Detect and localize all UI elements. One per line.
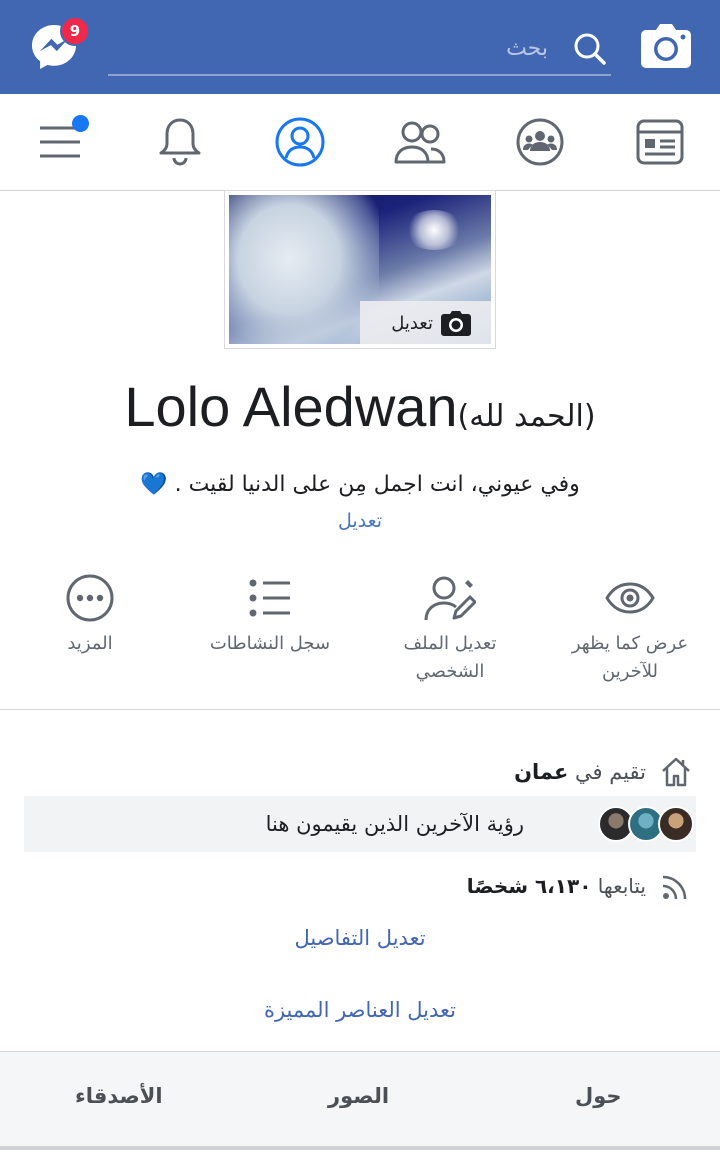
home-icon [662, 757, 690, 787]
avatar [658, 806, 694, 842]
see-locals-row[interactable]: رؤية الآخرين الذين يقيمون هنا [24, 796, 696, 852]
friends-icon[interactable] [390, 112, 450, 172]
edit-details-link[interactable]: تعديل التفاصيل [0, 926, 720, 950]
tabs-bottom-border [0, 1146, 720, 1150]
notifications-bell-icon[interactable] [150, 112, 210, 172]
profile-name-latin: Lolo Aledwan [124, 375, 458, 438]
edit-photo-button[interactable]: تعديل [360, 301, 491, 344]
lives-in-text: تقيم في عمان [514, 760, 646, 784]
more-icon [0, 572, 180, 624]
more-label: المزيد [67, 633, 113, 654]
edit-profile-icon [360, 572, 540, 624]
view-as-label-2: للآخرين [602, 661, 658, 682]
nav-bar [0, 94, 720, 191]
activity-log-label: سجل النشاطات [209, 633, 331, 654]
search-input[interactable] [108, 22, 548, 74]
tab-photos[interactable]: الصور [328, 1084, 389, 1108]
followers-prefix: يتابعها [597, 874, 646, 898]
section-divider [0, 709, 720, 710]
lives-in-city[interactable]: عمان [514, 760, 568, 784]
camera-icon[interactable] [640, 22, 692, 70]
blue-heart-emoji: 💙 [140, 472, 168, 497]
profile-name: Lolo Aledwan(الحمد لله) [0, 374, 720, 439]
followers-row: يتابعها ٦،١٣٠ شخصًا [292, 866, 692, 906]
camera-icon [441, 311, 471, 336]
activity-log-icon [180, 572, 360, 624]
news-feed-icon[interactable] [630, 112, 690, 172]
edit-photo-label: تعديل [391, 312, 433, 334]
search-icon[interactable] [570, 30, 610, 70]
profile-name-arabic: (الحمد لله) [457, 399, 596, 434]
edit-profile-button[interactable]: تعديل الملف الشخصي [360, 572, 540, 692]
tab-friends[interactable]: الأصدقاء [75, 1084, 163, 1108]
profile-bio: وفي عيوني، انت اجمل مِن على الدنيا لقيت … [0, 472, 720, 497]
eye-icon [540, 572, 720, 624]
edit-profile-label-2: الشخصي [415, 661, 485, 682]
profile-icon[interactable] [270, 112, 330, 172]
see-locals-text: رؤية الآخرين الذين يقيمون هنا [265, 812, 524, 836]
top-bar: 9 [0, 0, 720, 94]
profile-tabs: حول الصور الأصدقاء [0, 1051, 720, 1150]
view-as-button[interactable]: عرض كما يظهر للآخرين [540, 572, 720, 692]
edit-profile-label-1: تعديل الملف [403, 633, 497, 654]
tab-about[interactable]: حول [575, 1084, 622, 1108]
view-as-label-1: عرض كما يظهر [571, 633, 689, 654]
followers-text: يتابعها ٦،١٣٠ شخصًا [467, 874, 646, 898]
search-bar[interactable] [108, 22, 611, 76]
bio-text: وفي عيوني، انت اجمل مِن على الدنيا لقيت … [174, 472, 580, 497]
profile-photo[interactable]: تعديل [225, 191, 495, 348]
messenger-badge: 9 [60, 16, 90, 46]
photo-highlight [404, 210, 464, 250]
menu-notification-dot [72, 115, 89, 132]
activity-log-button[interactable]: سجل النشاطات [180, 572, 360, 692]
lives-in-row: تقيم في عمان [292, 752, 692, 792]
locals-avatars [598, 806, 694, 842]
lives-in-prefix: تقيم في [575, 760, 646, 784]
more-button[interactable]: المزيد [0, 572, 180, 692]
edit-featured-link[interactable]: تعديل العناصر المميزة [0, 998, 720, 1022]
edit-bio-link[interactable]: تعديل [0, 510, 720, 532]
rss-followers-icon [662, 875, 687, 900]
photo-content [229, 195, 379, 344]
followers-count: ٦،١٣٠ شخصًا [466, 874, 592, 898]
groups-icon[interactable] [510, 112, 570, 172]
